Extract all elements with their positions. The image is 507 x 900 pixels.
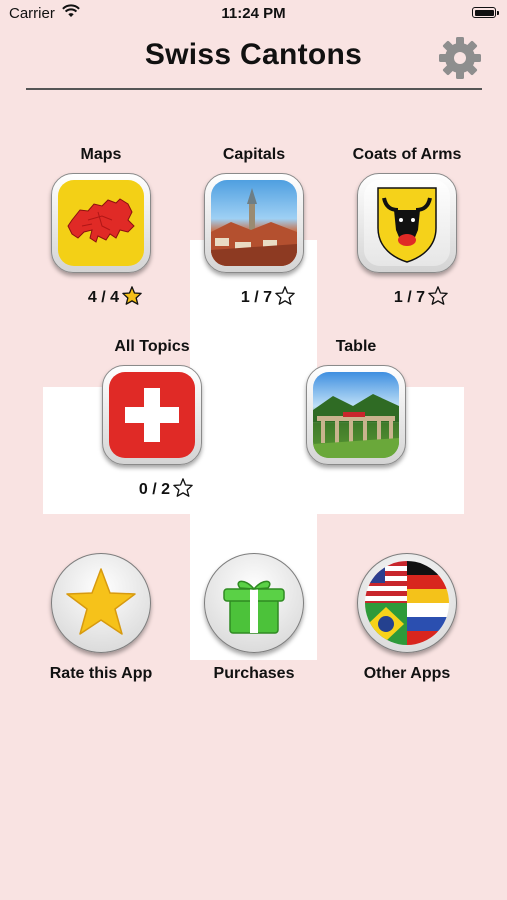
page-title: Swiss Cantons [144, 38, 363, 71]
all-topics-score: 0 / 2 [106, 478, 226, 499]
table-label: Table [335, 338, 377, 355]
maps-label: Maps [80, 146, 122, 163]
filled-star-icon [122, 286, 142, 305]
swiss-map-icon [58, 180, 144, 266]
maps-score: 4 / 4 [55, 286, 175, 307]
city-photo-icon [211, 180, 297, 266]
outline-star-icon [275, 286, 295, 305]
coats-of-arms-button[interactable] [357, 173, 457, 273]
all-topics-score-text: 0 / 2 [138, 481, 171, 498]
purchases-label: Purchases [213, 665, 295, 682]
star-icon [59, 561, 143, 645]
rate-app-button[interactable] [51, 553, 151, 653]
battery-icon [472, 7, 499, 18]
maps-score-text: 4 / 4 [87, 289, 120, 306]
header-divider [26, 88, 482, 90]
flags-icon [365, 561, 449, 645]
coats-of-arms-score-text: 1 / 7 [393, 289, 426, 306]
gift-icon [212, 561, 296, 645]
bull-coat-of-arms-icon [364, 180, 450, 266]
coats-of-arms-label: Coats of Arms [352, 146, 462, 163]
gear-icon[interactable] [437, 35, 483, 81]
outline-star-icon [428, 286, 448, 305]
status-bar: Carrier 11:24 PM [0, 0, 507, 28]
other-apps-label: Other Apps [363, 665, 451, 682]
other-apps-button[interactable] [357, 553, 457, 653]
purchases-button[interactable] [204, 553, 304, 653]
outline-star-icon [173, 478, 193, 497]
swiss-flag-icon [109, 372, 195, 458]
capitals-button[interactable] [204, 173, 304, 273]
viaduct-photo-icon [313, 372, 399, 458]
capitals-score-text: 1 / 7 [240, 289, 273, 306]
capitals-label: Capitals [222, 146, 286, 163]
maps-button[interactable] [51, 173, 151, 273]
clock: 11:24 PM [221, 5, 286, 22]
all-topics-label: All Topics [114, 338, 190, 355]
all-topics-button[interactable] [102, 365, 202, 465]
rate-app-label: Rate this App [49, 665, 153, 682]
coats-of-arms-score: 1 / 7 [361, 286, 481, 307]
capitals-score: 1 / 7 [208, 286, 328, 307]
table-button[interactable] [306, 365, 406, 465]
